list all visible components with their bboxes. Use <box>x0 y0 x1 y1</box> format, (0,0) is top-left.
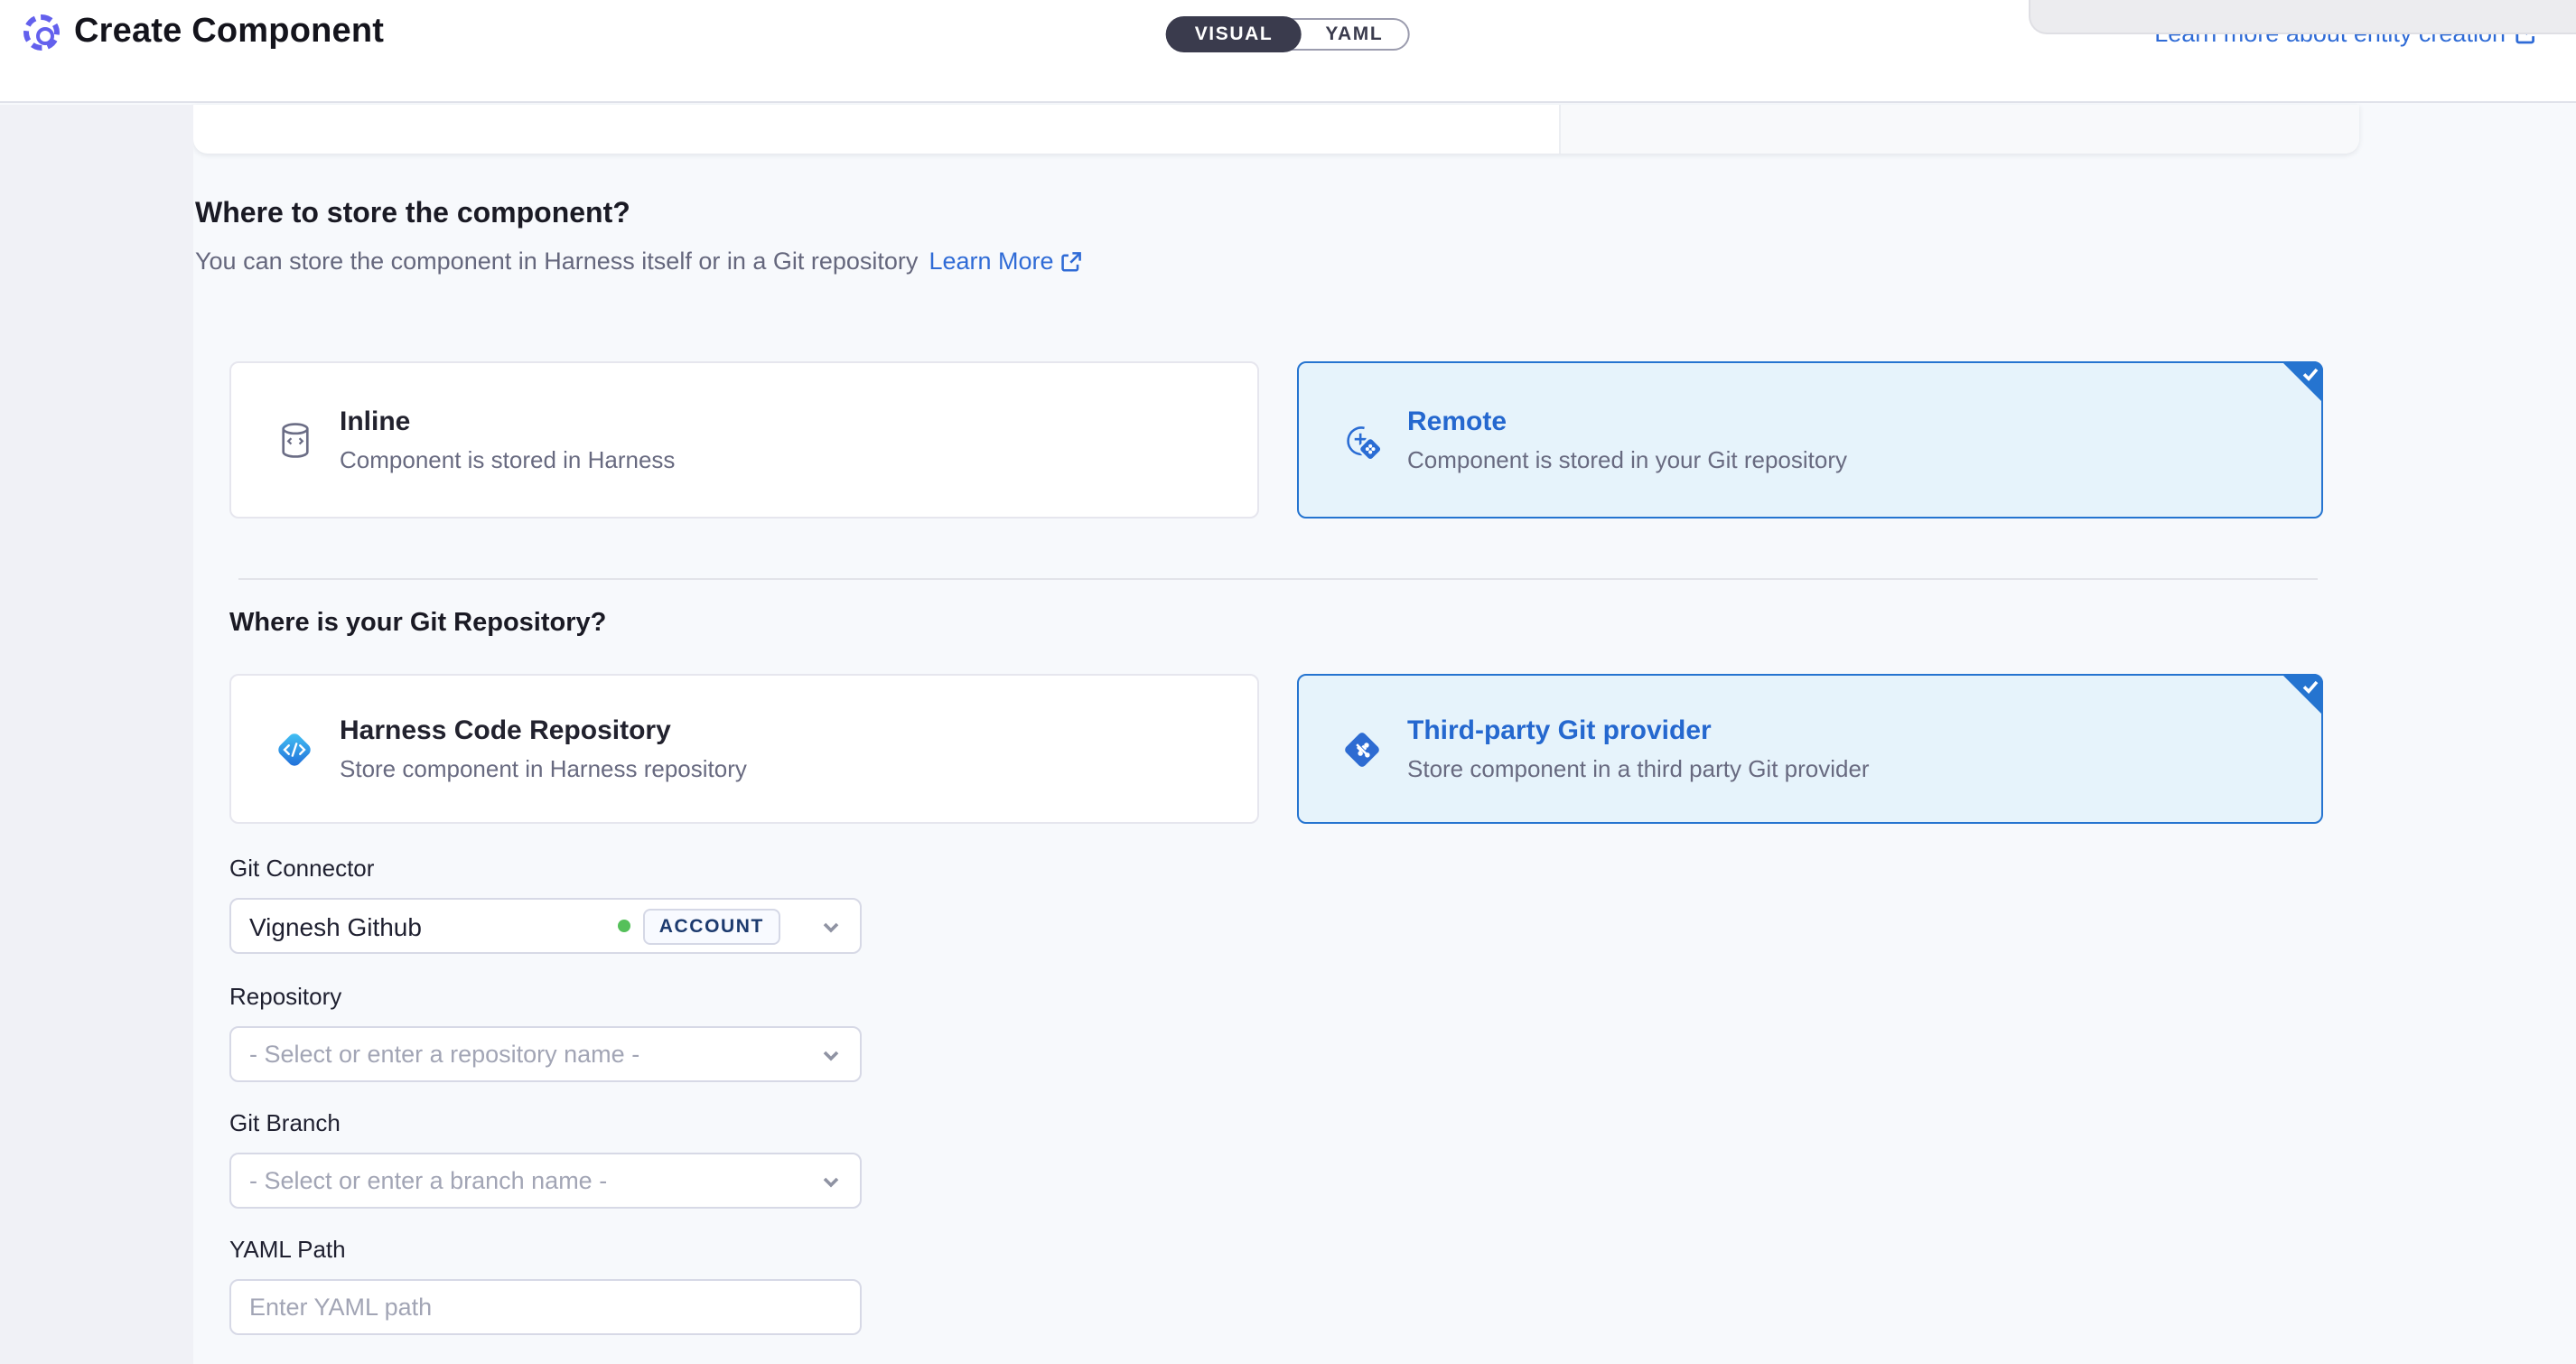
connector-status-dot <box>618 920 630 932</box>
create-component-screen: Create Component VISUAL YAML Learn more … <box>0 0 2576 1364</box>
connector-scope-badge: ACCOUNT <box>643 908 780 944</box>
repository-placeholder: - Select or enter a repository name - <box>249 1041 820 1068</box>
chevron-down-icon <box>820 1170 842 1191</box>
git-connector-select[interactable]: Vignesh Github ACCOUNT <box>229 898 862 954</box>
chevron-down-icon <box>820 1043 842 1065</box>
git-connector-value: Vignesh Github <box>249 911 618 940</box>
git-provider-icon <box>1342 727 1382 771</box>
repo-option-title: Third-party Git provider <box>1407 715 1870 747</box>
selected-corner-badge <box>2282 674 2323 715</box>
section-divider <box>238 578 2318 580</box>
check-icon <box>2301 677 2319 696</box>
repo-section-heading: Where is your Git Repository? <box>229 609 606 638</box>
learn-more-link[interactable]: Learn More <box>929 248 1082 275</box>
yaml-path-input[interactable] <box>229 1279 862 1335</box>
inline-database-icon <box>275 420 314 460</box>
settings-gear-icon <box>23 14 60 51</box>
form-panel-top-strip <box>193 105 2359 154</box>
repository-label: Repository <box>229 983 341 1010</box>
remote-store-icon <box>1342 418 1382 462</box>
store-option-description: Component is stored in Harness <box>340 445 675 474</box>
harness-code-icon <box>275 727 314 771</box>
tab-yaml[interactable]: YAML <box>1300 18 1408 51</box>
repository-select[interactable]: - Select or enter a repository name - <box>229 1026 862 1082</box>
store-option-inline[interactable]: Inline Component is stored in Harness <box>229 361 1259 519</box>
repo-option-description: Store component in a third party Git pro… <box>1407 754 1870 783</box>
page-title: Create Component <box>74 13 384 52</box>
git-connector-label: Git Connector <box>229 855 374 882</box>
visual-yaml-toggle: VISUAL YAML <box>1166 18 1411 51</box>
check-icon <box>2301 365 2319 383</box>
repo-option-title: Harness Code Repository <box>340 715 747 747</box>
git-branch-placeholder: - Select or enter a branch name - <box>249 1167 820 1194</box>
chevron-down-icon <box>820 915 842 937</box>
store-option-description: Component is stored in your Git reposito… <box>1407 445 1847 474</box>
store-section-subtitle: You can store the component in Harness i… <box>195 248 1083 275</box>
store-option-remote[interactable]: Remote Component is stored in your Git r… <box>1297 361 2323 519</box>
left-background-gutter <box>0 105 193 1364</box>
notification-popover-remnant <box>2029 0 2576 34</box>
tab-visual[interactable]: VISUAL <box>1166 16 1302 52</box>
external-link-icon <box>1061 250 1083 272</box>
store-option-title: Remote <box>1407 406 1847 438</box>
repo-option-harness-code[interactable]: Harness Code Repository Store component … <box>229 674 1259 824</box>
selected-corner-badge <box>2282 361 2323 403</box>
git-branch-select[interactable]: - Select or enter a branch name - <box>229 1153 862 1209</box>
repo-option-description: Store component in Harness repository <box>340 754 747 783</box>
yaml-path-label: YAML Path <box>229 1236 346 1263</box>
git-branch-label: Git Branch <box>229 1109 341 1136</box>
help-panel-top-strip <box>1559 105 2359 154</box>
store-option-title: Inline <box>340 406 675 438</box>
store-section-heading: Where to store the component? <box>195 199 630 231</box>
repo-option-third-party[interactable]: Third-party Git provider Store component… <box>1297 674 2323 824</box>
